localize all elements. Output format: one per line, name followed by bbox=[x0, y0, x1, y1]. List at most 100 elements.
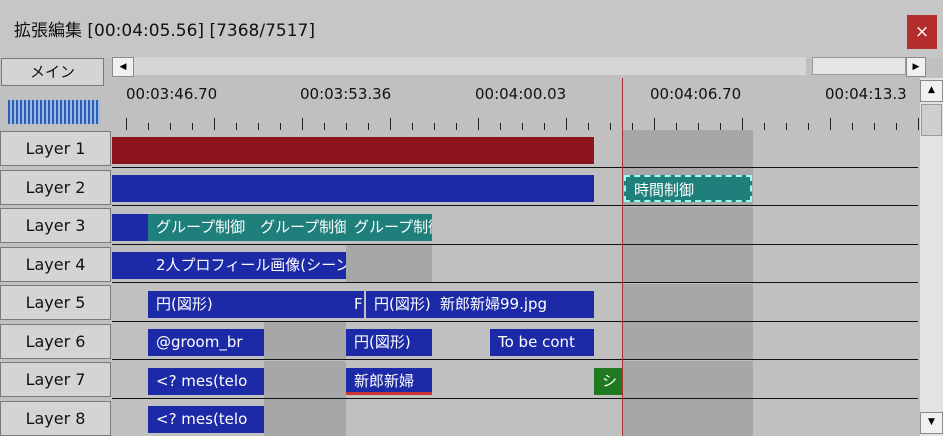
clip-blue[interactable] bbox=[112, 252, 148, 279]
ruler-tick bbox=[786, 123, 787, 130]
ruler-tick bbox=[676, 123, 677, 130]
zoom-slider[interactable] bbox=[8, 100, 100, 124]
clip-group-control[interactable]: グループ制御 bbox=[252, 214, 346, 241]
clip-text[interactable]: <? mes(telo bbox=[148, 406, 264, 433]
layer-button-1[interactable]: Layer 1 bbox=[0, 131, 111, 166]
ruler-tick bbox=[346, 123, 347, 130]
clip-text[interactable]: @groom_br bbox=[148, 329, 264, 356]
ruler-tick bbox=[610, 123, 611, 130]
lane-gray bbox=[623, 361, 753, 398]
ruler-tick bbox=[280, 123, 281, 130]
scroll-right-arrow[interactable]: ▶ bbox=[906, 57, 926, 77]
ruler-tick bbox=[126, 118, 127, 130]
clip-blue[interactable] bbox=[112, 214, 148, 241]
ruler-tick bbox=[654, 118, 655, 130]
layer-lane-3[interactable]: グループ制御 グループ制御 グループ制御 bbox=[112, 207, 918, 245]
scene-button[interactable]: メイン bbox=[1, 58, 104, 86]
clip-blue[interactable] bbox=[112, 175, 594, 202]
ruler-tick bbox=[434, 123, 435, 130]
ruler-tick bbox=[148, 123, 149, 130]
ruler-tick bbox=[236, 123, 237, 130]
layer-lane-2[interactable]: 時間制御 bbox=[112, 168, 918, 206]
clip-time-control[interactable]: 時間制御 bbox=[624, 175, 752, 202]
clip-text[interactable]: <? mes(telo bbox=[148, 368, 264, 395]
ruler-tick bbox=[192, 123, 193, 130]
ruler-tick bbox=[412, 123, 413, 130]
timeline-ruler[interactable]: 00:03:46.70 00:03:53.36 00:04:00.03 00:0… bbox=[112, 82, 919, 130]
ruler-tick bbox=[302, 118, 303, 130]
clip-shape[interactable]: 円(図形) bbox=[346, 329, 432, 356]
ruler-tick bbox=[764, 123, 765, 130]
layer-lane-8[interactable]: <? mes(telo bbox=[112, 399, 918, 436]
vertical-scroll-thumb[interactable] bbox=[921, 104, 942, 136]
ruler-tick bbox=[170, 123, 171, 130]
clip-group-control[interactable]: グループ制御 bbox=[346, 214, 432, 241]
layer-button-8[interactable]: Layer 8 bbox=[0, 401, 111, 436]
lane-gray bbox=[264, 361, 346, 398]
ruler-tick bbox=[390, 118, 391, 130]
lane-gray bbox=[264, 399, 346, 436]
layer-lane-5[interactable]: 円(図形) F 円(図形) 新郎新婦99.jpg bbox=[112, 284, 918, 322]
clip-text[interactable]: To be cont bbox=[490, 329, 594, 356]
ruler-tick bbox=[852, 123, 853, 130]
ruler-tick bbox=[874, 123, 875, 130]
ruler-tick bbox=[478, 118, 479, 130]
ruler-tick bbox=[324, 123, 325, 130]
ruler-tick bbox=[918, 118, 919, 130]
scroll-up-arrow[interactable]: ▲ bbox=[920, 80, 943, 102]
playhead-line[interactable] bbox=[622, 78, 623, 436]
ruler-tick bbox=[214, 118, 215, 130]
clip-green[interactable]: シ bbox=[594, 368, 622, 395]
ruler-tick bbox=[500, 123, 501, 130]
clip-scene[interactable]: 2人プロフィール画像(シーン) bbox=[148, 252, 346, 279]
clip-group-control[interactable]: グループ制御 bbox=[148, 214, 252, 241]
ruler-label: 00:04:13.3 bbox=[825, 85, 907, 103]
ruler-tick bbox=[368, 123, 369, 130]
ruler-tick bbox=[830, 118, 831, 130]
ruler-tick bbox=[456, 123, 457, 130]
clip-red[interactable] bbox=[112, 137, 594, 164]
lane-gray bbox=[623, 399, 753, 436]
clip-short[interactable]: F bbox=[346, 291, 364, 318]
clip-image[interactable]: 新郎新婦99.jpg bbox=[432, 291, 594, 318]
horizontal-scroll-thumb[interactable] bbox=[812, 57, 906, 75]
layer-button-6[interactable]: Layer 6 bbox=[0, 324, 111, 359]
window-titlebar: 拡張編集 [00:04:05.56] [7368/7517] × bbox=[0, 0, 943, 58]
layer-button-2[interactable]: Layer 2 bbox=[0, 170, 111, 205]
horizontal-scroll-track[interactable] bbox=[134, 57, 806, 75]
layer-lane-7[interactable]: <? mes(telo 新郎新婦 シ bbox=[112, 361, 918, 399]
clip-shape[interactable]: 円(図形) bbox=[148, 291, 346, 318]
lane-gray bbox=[346, 245, 432, 282]
layer-button-4[interactable]: Layer 4 bbox=[0, 247, 111, 282]
ruler-tick bbox=[896, 123, 897, 130]
ruler-tick bbox=[808, 123, 809, 130]
layer-button-7[interactable]: Layer 7 bbox=[0, 362, 111, 397]
ruler-tick bbox=[632, 123, 633, 130]
ruler-tick bbox=[698, 123, 699, 130]
scroll-left-arrow[interactable]: ◀ bbox=[112, 57, 134, 77]
lane-gray bbox=[623, 284, 753, 321]
lane-gray bbox=[264, 322, 346, 359]
ruler-tick bbox=[544, 123, 545, 130]
ruler-tick bbox=[720, 123, 721, 130]
scroll-down-arrow[interactable]: ▼ bbox=[920, 412, 943, 434]
lane-gray bbox=[623, 322, 753, 359]
layer-button-3[interactable]: Layer 3 bbox=[0, 208, 111, 243]
ruler-tick bbox=[522, 123, 523, 130]
ruler-tick bbox=[588, 123, 589, 130]
close-button[interactable]: × bbox=[907, 15, 937, 49]
ruler-label: 00:04:06.70 bbox=[650, 85, 742, 103]
layer-lane-6[interactable]: @groom_br 円(図形) To be cont bbox=[112, 322, 918, 360]
ruler-label: 00:03:46.70 bbox=[126, 85, 218, 103]
lane-gray bbox=[623, 207, 753, 244]
layer-lane-4[interactable]: 2人プロフィール画像(シーン) bbox=[112, 245, 918, 283]
ruler-tick bbox=[258, 123, 259, 130]
layer-lane-1[interactable] bbox=[112, 130, 918, 168]
lane-gray bbox=[623, 130, 753, 167]
window-title: 拡張編集 [00:04:05.56] [7368/7517] bbox=[14, 21, 315, 41]
clip-text[interactable]: 新郎新婦 bbox=[346, 368, 432, 395]
ruler-label: 00:04:00.03 bbox=[475, 85, 567, 103]
layer-button-5[interactable]: Layer 5 bbox=[0, 285, 111, 320]
ruler-tick bbox=[742, 118, 743, 130]
clip-shape[interactable]: 円(図形) bbox=[366, 291, 432, 318]
